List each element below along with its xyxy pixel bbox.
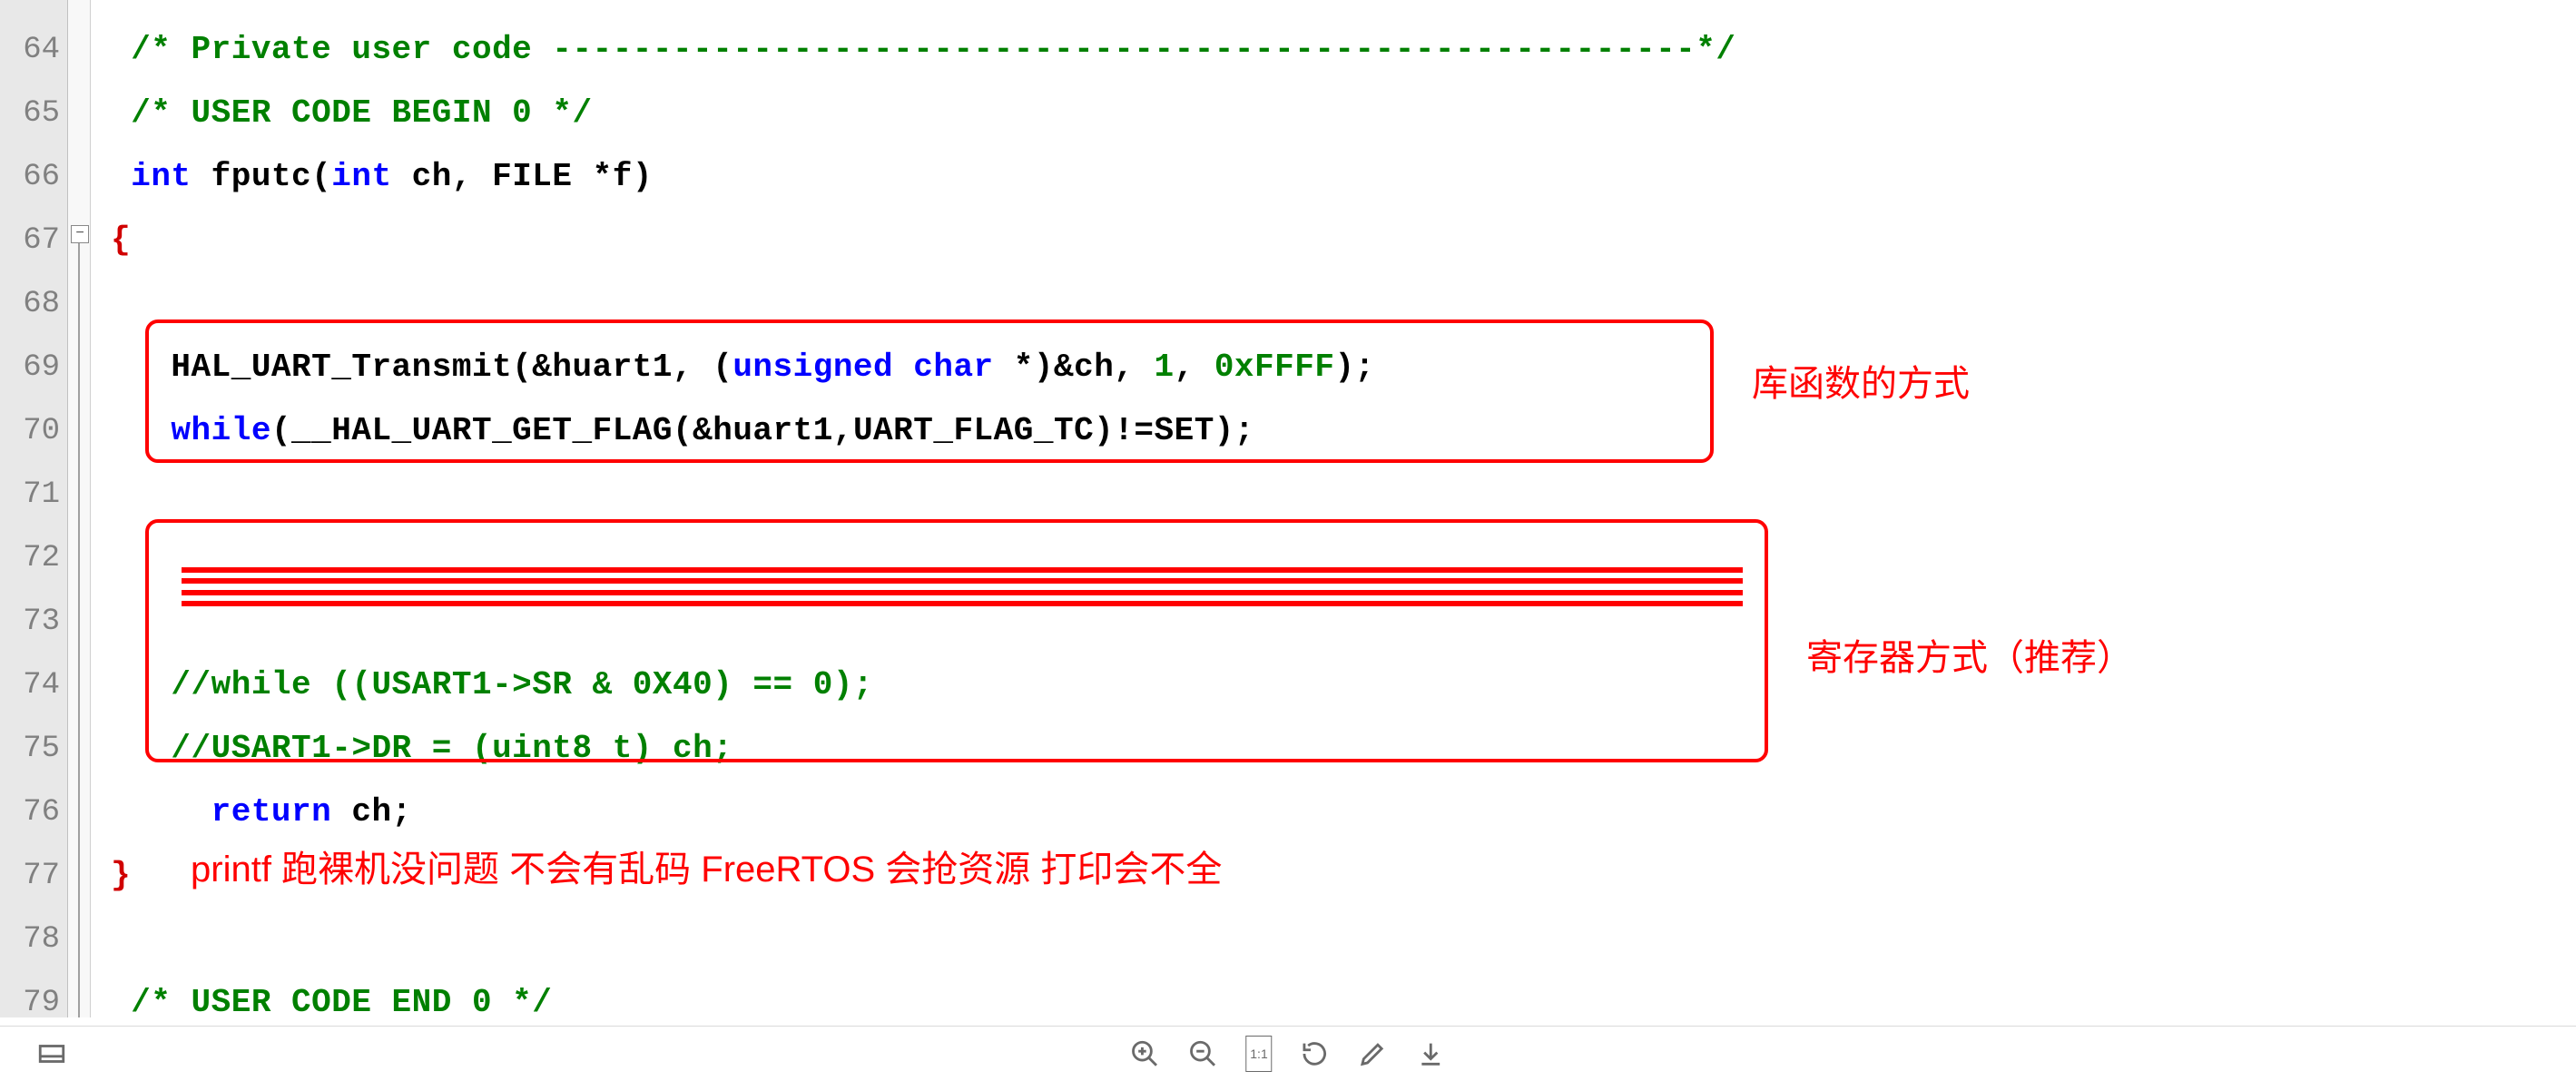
line-number: 67 xyxy=(0,209,67,272)
code-line-76: return ch; xyxy=(91,781,2576,844)
line-number: 72 xyxy=(0,526,67,590)
panel-icon[interactable] xyxy=(36,1038,67,1069)
annotation-printf-text: printf 跑裸机没问题 不会有乱码 FreeRTOS 会抢资源 打印会不全 xyxy=(191,840,1222,892)
edit-icon[interactable] xyxy=(1358,1038,1389,1069)
fold-column: − xyxy=(68,0,91,1017)
annotation-library-text: 库函数的方式 xyxy=(1752,354,1970,407)
code-editor[interactable]: 64656667686970717273747576777879 − /* Pr… xyxy=(0,0,2576,1017)
bottom-toolbar: 1:1 xyxy=(0,1026,2576,1081)
line-number: 71 xyxy=(0,463,67,526)
code-line-64: /* Private user code -------------------… xyxy=(91,18,2576,82)
line-number: 64 xyxy=(0,18,67,82)
line-number: 75 xyxy=(0,717,67,781)
zoom-in-icon[interactable] xyxy=(1129,1038,1160,1069)
line-number: 69 xyxy=(0,336,67,399)
zoom-out-icon[interactable] xyxy=(1187,1038,1218,1069)
download-icon[interactable] xyxy=(1416,1038,1447,1069)
line-number: 70 xyxy=(0,399,67,463)
code-line-66: int fputc(int ch, FILE *f) xyxy=(91,145,2576,209)
line-number: 76 xyxy=(0,781,67,844)
annotation-box-library xyxy=(145,319,1714,463)
annotation-register-text: 寄存器方式（推荐） xyxy=(1806,626,2133,690)
editor-window: — □ ✕ 64656667686970717273747576777879 −… xyxy=(0,0,2576,1081)
rotate-icon[interactable] xyxy=(1300,1038,1331,1069)
line-number: 66 xyxy=(0,145,67,209)
line-number: 77 xyxy=(0,844,67,908)
toolbar-center: 1:1 xyxy=(1129,1036,1446,1072)
annotation-box-register xyxy=(145,519,1768,762)
annotation-strikethrough-2 xyxy=(182,590,1743,606)
line-number: 74 xyxy=(0,654,67,717)
fold-guide-line xyxy=(78,234,80,1017)
code-line-67: { xyxy=(91,209,2576,272)
code-line-65: /* USER CODE BEGIN 0 */ xyxy=(91,82,2576,145)
code-line-78 xyxy=(91,908,2576,971)
code-line-71 xyxy=(91,463,2576,526)
line-number-gutter: 64656667686970717273747576777879 xyxy=(0,0,68,1017)
code-area[interactable]: /* Private user code -------------------… xyxy=(91,0,2576,1017)
one-to-one-icon[interactable]: 1:1 xyxy=(1245,1036,1272,1072)
line-number: 65 xyxy=(0,82,67,145)
annotation-strikethrough xyxy=(182,567,1743,584)
line-number: 68 xyxy=(0,272,67,336)
fold-toggle-minus-icon[interactable]: − xyxy=(71,225,89,243)
line-number: 78 xyxy=(0,908,67,971)
line-number: 73 xyxy=(0,590,67,654)
